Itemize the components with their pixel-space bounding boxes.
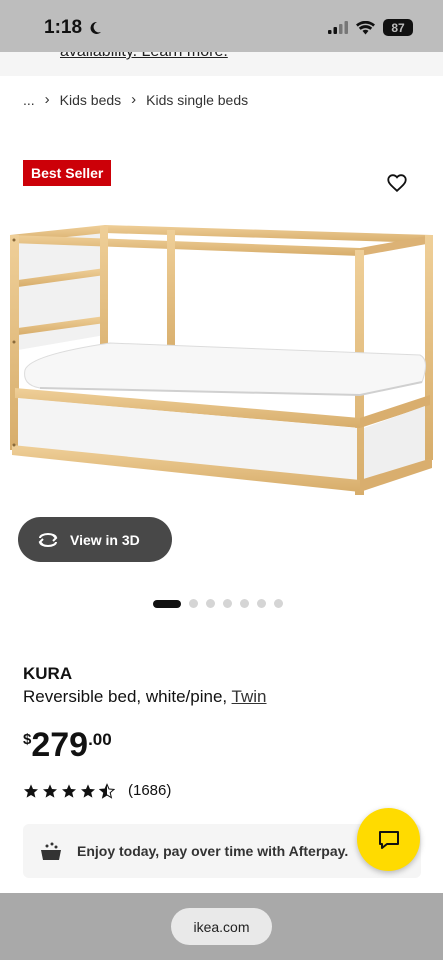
image-carousel-dots[interactable] [153, 599, 283, 608]
battery-icon: 87 [383, 19, 413, 36]
product-rating[interactable]: (1686) [23, 782, 171, 799]
price-currency: $ [23, 731, 32, 748]
star-icon [81, 783, 95, 798]
chat-button[interactable] [357, 808, 420, 871]
afterpay-text: Enjoy today, pay over time with Afterpay… [77, 843, 349, 859]
size-link[interactable]: Twin [232, 687, 267, 706]
carousel-dot[interactable] [153, 599, 181, 608]
breadcrumb-kids-beds[interactable]: Kids beds [60, 92, 121, 108]
status-icons: 87 [328, 19, 413, 36]
banner-link[interactable]: availability. Learn more. [60, 52, 228, 61]
star-icon [43, 783, 57, 798]
time-text: 1:18 [44, 17, 83, 38]
carousel-dot[interactable] [189, 599, 198, 608]
product-description: Reversible bed, white/pine, Twin [23, 687, 267, 707]
carousel-dot[interactable] [274, 599, 283, 608]
status-bar: 1:18 87 [0, 0, 443, 52]
product-image[interactable] [0, 210, 443, 515]
carousel-dot[interactable] [257, 599, 266, 608]
chevron-right-icon: › [44, 91, 50, 108]
status-time: 1:18 [44, 17, 102, 39]
best-seller-badge: Best Seller [23, 160, 112, 186]
breadcrumb: ... › Kids beds › Kids single beds [23, 91, 248, 108]
view-in-3d-label: View in 3D [70, 531, 140, 548]
breadcrumb-kids-single-beds[interactable]: Kids single beds [146, 92, 248, 108]
afterpay-icon [41, 842, 61, 860]
view-in-3d-button[interactable]: View in 3D [18, 517, 172, 562]
heart-icon[interactable] [386, 172, 408, 194]
product-price: $ 279 .00 [23, 726, 112, 764]
chevron-right-icon: › [131, 91, 137, 108]
chat-icon [378, 830, 399, 849]
price-whole: 279 [31, 726, 89, 764]
star-icon [24, 783, 38, 798]
availability-banner[interactable]: availability. Learn more. [0, 52, 443, 76]
browser-bottom-bar: ikea.com [0, 893, 443, 960]
price-cents: .00 [88, 730, 112, 749]
carousel-dot[interactable] [223, 599, 232, 608]
star-icon [62, 783, 76, 798]
review-count[interactable]: (1686) [128, 782, 171, 799]
signal-icon [328, 21, 348, 34]
product-name: KURA [23, 664, 73, 683]
rotate-3d-icon [38, 532, 58, 547]
carousel-dot[interactable] [206, 599, 215, 608]
moon-icon [90, 21, 102, 34]
half-star-icon [99, 782, 115, 799]
carousel-dot[interactable] [240, 599, 249, 608]
url-bar[interactable]: ikea.com [171, 908, 272, 945]
breadcrumb-ellipsis[interactable]: ... [23, 92, 35, 108]
wifi-icon [356, 20, 375, 34]
product-description-text: Reversible bed, white/pine, [23, 687, 232, 706]
